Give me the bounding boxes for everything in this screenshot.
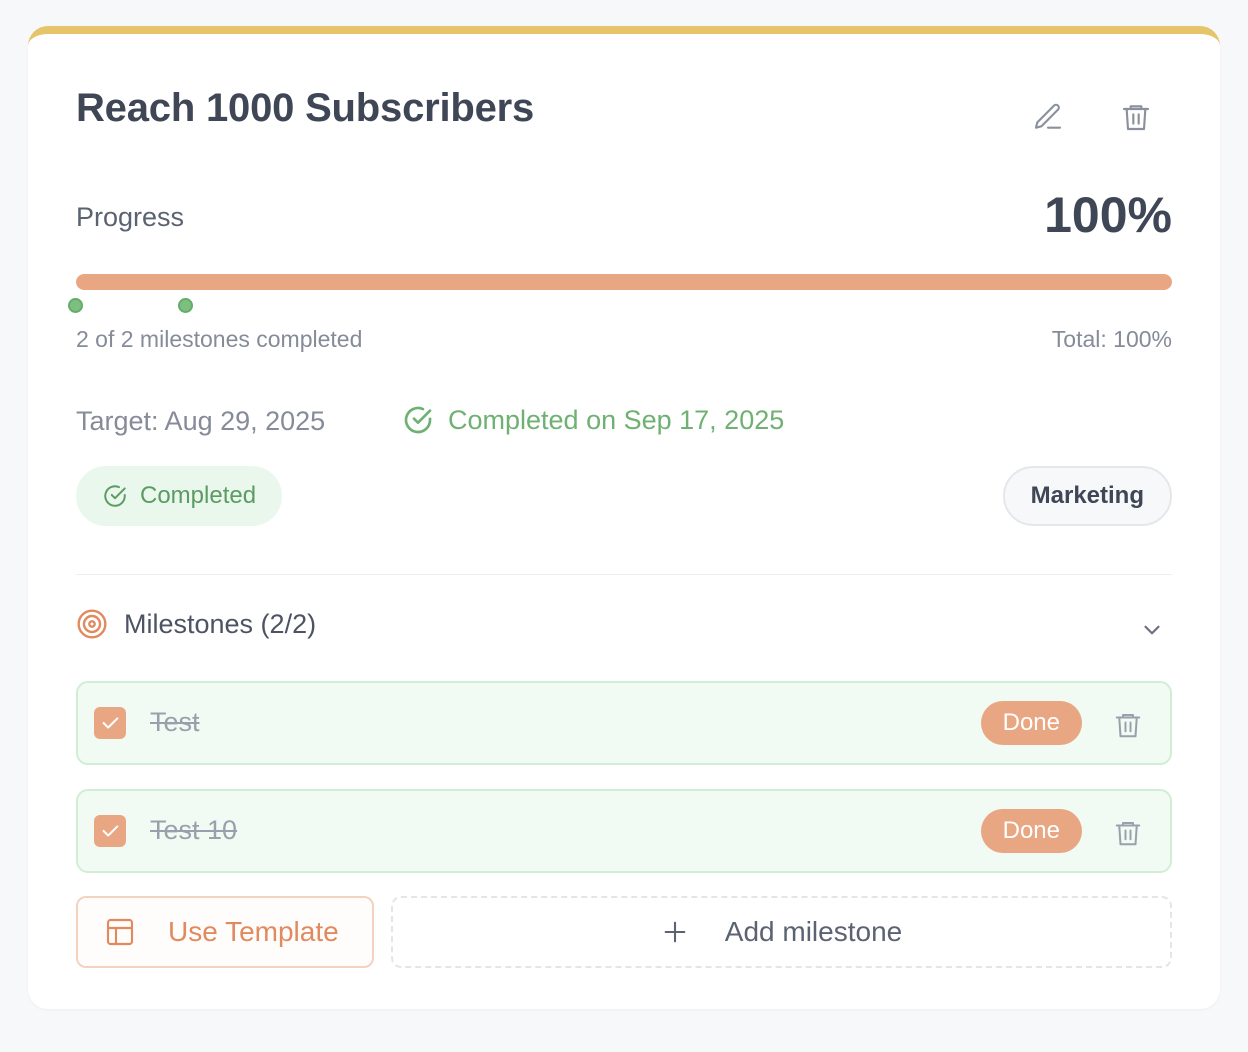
milestone-checkbox[interactable]: [94, 815, 126, 847]
milestone-checkbox[interactable]: [94, 707, 126, 739]
goal-title: Reach 1000 Subscribers: [76, 86, 535, 130]
layout-template-icon: [106, 918, 134, 946]
milestones-header: Milestones (2/2): [76, 608, 316, 640]
completed-date: Completed on Sep 17, 2025: [402, 404, 784, 436]
category-tag: Marketing: [1002, 466, 1172, 526]
progress-bar-fill: [76, 274, 1172, 290]
completed-date-text: Completed on Sep 17, 2025: [448, 404, 785, 435]
collapse-milestones-button[interactable]: [1132, 612, 1172, 648]
milestone-marker: [68, 298, 83, 313]
add-milestone-button[interactable]: Add milestone: [391, 896, 1172, 968]
done-button[interactable]: Done: [980, 809, 1082, 853]
trash-icon: [1122, 105, 1150, 131]
status-badge: Completed: [76, 466, 283, 526]
total-progress: Total: 100%: [1051, 326, 1172, 352]
milestone-name: Test 10: [150, 815, 238, 845]
milestone-row: Test 10 Done: [76, 789, 1172, 873]
trash-icon: [1115, 822, 1141, 846]
chevron-down-icon: [1144, 625, 1160, 635]
progress-label: Progress: [76, 202, 185, 232]
delete-milestone-button[interactable]: [1106, 703, 1150, 747]
progress-bar: [76, 274, 1172, 290]
milestone-row: Test Done: [76, 681, 1172, 765]
progress-percent: 100%: [1044, 187, 1172, 243]
milestone-markers: [68, 298, 1172, 314]
delete-milestone-button[interactable]: [1106, 811, 1150, 855]
divider: [76, 574, 1172, 575]
check-circle-icon: [404, 406, 432, 434]
milestone-name: Test: [150, 707, 200, 737]
add-milestone-label: Add milestone: [724, 916, 903, 947]
milestones-title: Milestones (2/2): [124, 608, 317, 639]
check-icon: [102, 717, 119, 729]
target-date: Target: Aug 29, 2025: [76, 406, 326, 436]
target-icon: [77, 609, 107, 639]
status-label: Completed: [140, 482, 257, 509]
milestones-summary: 2 of 2 milestones completed: [76, 326, 363, 352]
pencil-icon: [1034, 103, 1062, 129]
edit-button[interactable]: [1024, 93, 1072, 141]
use-template-button[interactable]: Use Template: [76, 896, 374, 968]
use-template-label: Use Template: [168, 916, 339, 947]
check-icon: [102, 825, 119, 837]
check-circle-icon: [104, 485, 126, 507]
plus-icon: [664, 921, 686, 943]
trash-icon: [1115, 714, 1141, 738]
milestone-marker: [178, 298, 193, 313]
delete-goal-button[interactable]: [1112, 93, 1160, 141]
goal-card: Reach 1000 Subscribers Progress 100% 2 o…: [28, 26, 1220, 1009]
done-button[interactable]: Done: [980, 701, 1082, 745]
